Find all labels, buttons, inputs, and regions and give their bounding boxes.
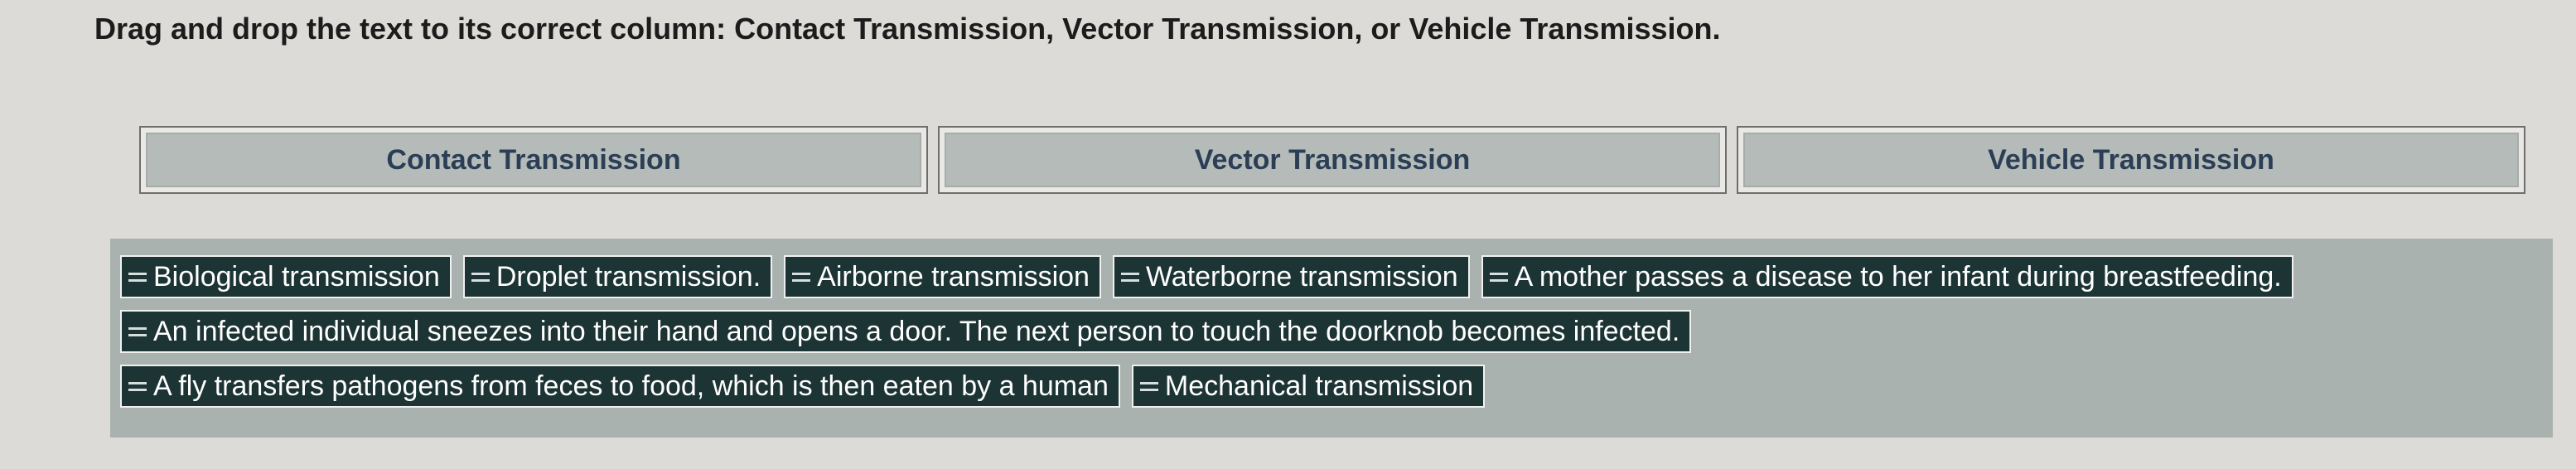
drag-handle-icon — [128, 326, 147, 336]
draggable-item-label: Droplet transmission. — [495, 260, 761, 293]
drag-handle-icon — [128, 272, 147, 282]
drag-handle-icon — [1139, 381, 1158, 391]
draggable-item-label: Waterborne transmission — [1145, 260, 1458, 293]
draggable-item[interactable]: Mechanical transmission — [1131, 365, 1486, 408]
answer-bank-row: Biological transmission Droplet transmis… — [120, 255, 2543, 298]
answer-bank-row: An infected individual sneezes into thei… — [120, 310, 2543, 353]
draggable-item[interactable]: Biological transmission — [120, 255, 452, 298]
draggable-item-label: A mother passes a disease to her infant … — [1514, 260, 2282, 293]
drag-handle-icon — [471, 272, 490, 282]
draggable-item[interactable]: A mother passes a disease to her infant … — [1481, 255, 2293, 298]
draggable-item-label: Biological transmission — [153, 260, 440, 293]
column-header-vehicle: Vehicle Transmission — [1743, 133, 2519, 187]
draggable-item[interactable]: Waterborne transmission — [1112, 255, 1470, 298]
draggable-item[interactable]: An infected individual sneezes into thei… — [120, 310, 1692, 353]
draggable-item-label: A fly transfers pathogens from feces to … — [153, 370, 1109, 402]
instruction-text: Drag and drop the text to its correct co… — [94, 12, 1721, 46]
draggable-item-label: Airborne transmission — [817, 260, 1090, 293]
draggable-item-label: An infected individual sneezes into thei… — [153, 315, 1680, 347]
column-vehicle-transmission[interactable]: Vehicle Transmission — [1737, 126, 2525, 194]
answer-bank-row: A fly transfers pathogens from feces to … — [120, 365, 2543, 408]
drag-handle-icon — [1120, 272, 1139, 282]
drag-handle-icon — [1489, 272, 1508, 282]
column-contact-transmission[interactable]: Contact Transmission — [139, 126, 928, 194]
drag-handle-icon — [128, 381, 147, 391]
answer-bank: Biological transmission Droplet transmis… — [110, 239, 2553, 438]
drop-columns: Contact Transmission Vector Transmission… — [139, 126, 2525, 194]
column-header-contact: Contact Transmission — [146, 133, 921, 187]
drag-handle-icon — [792, 272, 811, 282]
column-vector-transmission[interactable]: Vector Transmission — [938, 126, 1727, 194]
draggable-item[interactable]: A fly transfers pathogens from feces to … — [120, 365, 1120, 408]
draggable-item[interactable]: Droplet transmission. — [462, 255, 773, 298]
draggable-item[interactable]: Airborne transmission — [784, 255, 1101, 298]
draggable-item-label: Mechanical transmission — [1164, 370, 1474, 402]
column-header-vector: Vector Transmission — [945, 133, 1720, 187]
